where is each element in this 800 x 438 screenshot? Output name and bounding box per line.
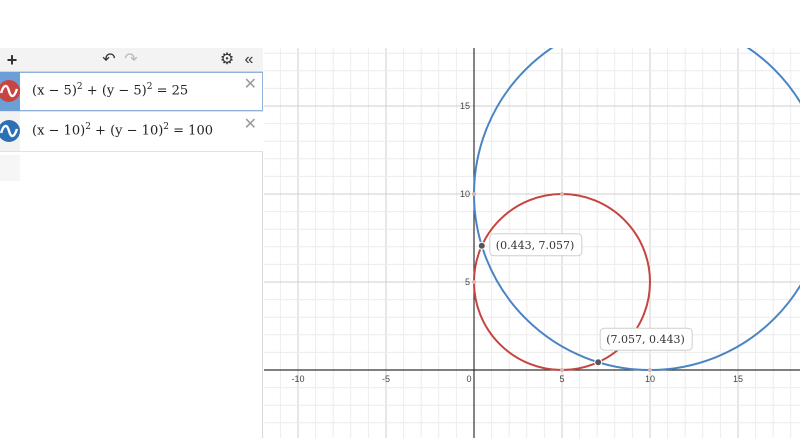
y-tick-label: 10 [460,189,470,199]
expression-tab[interactable] [0,72,20,111]
extremum-dot [472,280,476,284]
redo-button[interactable]: ↷ [122,50,140,70]
expression-row-1[interactable]: (x − 5)2 + (y − 5)2 = 25 ✕ [0,72,263,112]
delete-expression-button[interactable]: ✕ [244,114,257,134]
add-expression-button[interactable]: + [4,50,20,70]
x-tick-label: 15 [733,374,743,384]
wave-icon[interactable] [0,120,20,142]
expression-formula[interactable]: (x − 10)2 + (y − 10)2 = 100 [32,122,213,138]
expression-list: + ↶ ↷ ⚙ « (x − 5)2 + (y − 5)2 = 25 ✕ (x … [0,48,263,438]
extremum-dot [560,368,564,372]
top-bar [0,0,800,48]
x-tick-label: 0 [466,374,471,384]
intersection-point[interactable] [477,241,486,250]
expression-tab[interactable] [0,112,20,151]
intersection-label: (7.057, 0.443) [606,333,685,346]
graph-canvas[interactable]: -10 -5 0 5 10 15 5 10 15 (0.443, 7.057) (7.057, 0.… [264,48,800,438]
x-tick-label: 5 [559,374,564,384]
expression-formula[interactable]: (x − 5)2 + (y − 5)2 = 25 [32,82,188,98]
collapse-list-button[interactable]: « [240,50,258,70]
expression-toolbar: + ↶ ↷ ⚙ « [0,48,263,72]
extremum-dot [560,192,564,196]
extremum-dot [648,368,652,372]
wave-icon[interactable] [0,80,20,102]
y-tick-label: 5 [465,277,470,287]
extremum-dot [472,192,476,196]
y-tick-label: 15 [460,101,470,111]
intersection-label: (0.443, 7.057) [496,239,575,252]
expression-row-2[interactable]: (x − 10)2 + (y − 10)2 = 100 ✕ [0,112,263,152]
delete-expression-button[interactable]: ✕ [244,74,257,94]
intersection-point[interactable] [594,358,603,367]
x-tick-label: -5 [382,374,390,384]
settings-gear-icon[interactable]: ⚙ [218,50,236,70]
x-tick-label: -10 [291,374,304,384]
x-tick-label: 10 [645,374,655,384]
new-expression-tab[interactable] [0,155,20,181]
undo-button[interactable]: ↶ [100,50,118,70]
